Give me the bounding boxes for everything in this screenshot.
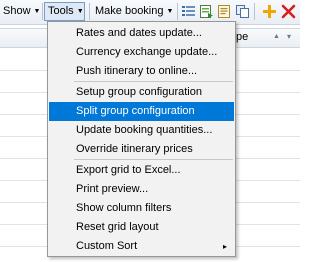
chevron-down-icon: ▼ xyxy=(33,8,41,15)
toolbar-separator xyxy=(254,3,255,20)
list-icon[interactable] xyxy=(181,4,196,19)
menu-item-export-grid-excel[interactable]: Export grid to Excel... xyxy=(49,161,234,180)
menu-item-currency-exchange-update[interactable]: Currency exchange update... xyxy=(49,43,234,62)
sort-icon[interactable]: ▲ xyxy=(273,33,280,40)
menu-item-update-booking-quantities[interactable]: Update booking quantities... xyxy=(49,121,234,140)
make-booking-label: Make booking xyxy=(95,5,164,17)
export-icon[interactable] xyxy=(199,4,214,19)
tools-menu-button[interactable]: Tools ▼ xyxy=(44,2,85,21)
toolbar-separator xyxy=(89,3,90,20)
submenu-arrow-icon: ▸ xyxy=(222,242,227,251)
toolbar-separator xyxy=(177,3,178,20)
toolbar-separator xyxy=(42,3,43,20)
menu-item-setup-group-configuration[interactable]: Setup group configuration xyxy=(49,83,234,102)
menu-item-custom-sort[interactable]: Custom Sort ▸ xyxy=(49,237,234,256)
delete-icon[interactable] xyxy=(281,4,296,19)
copy-icon[interactable] xyxy=(235,4,250,19)
show-label: Show xyxy=(3,5,31,17)
menu-item-reset-grid-layout[interactable]: Reset grid layout xyxy=(49,218,234,237)
menu-item-print-preview[interactable]: Print preview... xyxy=(49,180,234,199)
tools-dropdown-menu: Rates and dates update... Currency excha… xyxy=(47,21,236,257)
tools-label: Tools xyxy=(48,5,74,17)
make-booking-button[interactable]: Make booking ▼ xyxy=(92,2,176,21)
menu-item-push-itinerary-online[interactable]: Push itinerary to online... xyxy=(49,62,234,81)
report-icon[interactable] xyxy=(217,4,232,19)
menu-item-label: Custom Sort xyxy=(76,240,138,252)
menu-item-show-column-filters[interactable]: Show column filters xyxy=(49,199,234,218)
filter-icon[interactable]: ▾ xyxy=(287,32,291,41)
menu-item-override-itinerary-prices[interactable]: Override itinerary prices xyxy=(49,140,234,159)
menu-separator xyxy=(74,159,233,160)
menu-item-split-group-configuration[interactable]: Split group configuration xyxy=(49,102,234,121)
chevron-down-icon: ▼ xyxy=(76,8,84,15)
show-menu-button[interactable]: Show ▼ xyxy=(0,2,43,21)
menu-separator xyxy=(74,81,233,82)
add-icon[interactable] xyxy=(262,4,277,19)
column-header[interactable]: pe xyxy=(236,31,248,43)
chevron-down-icon: ▼ xyxy=(166,8,174,15)
menu-item-rates-dates-update[interactable]: Rates and dates update... xyxy=(49,24,234,43)
